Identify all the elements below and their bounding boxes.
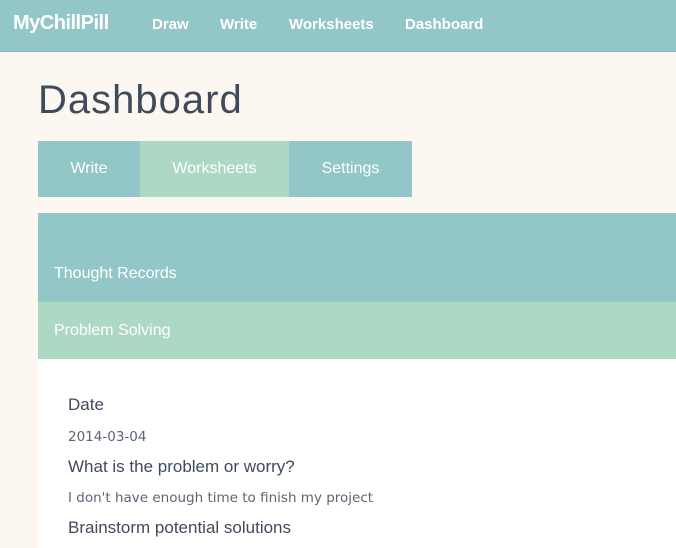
top-nav-bar: MyChillPill Draw Write Worksheets Dashbo… xyxy=(0,0,676,52)
tab-worksheets[interactable]: Worksheets xyxy=(140,141,289,197)
date-label: Date xyxy=(68,395,104,414)
dashboard-tabs: Write Worksheets Settings xyxy=(38,141,412,197)
section-thought-records[interactable]: Thought Records xyxy=(38,213,676,302)
problem-value: I don't have enough time to finish my pr… xyxy=(68,490,374,506)
problem-label: What is the problem or worry? xyxy=(68,457,295,476)
brainstorm-label: Brainstorm potential solutions xyxy=(68,518,292,537)
nav-write[interactable]: Write xyxy=(220,16,257,33)
brand-logo[interactable]: MyChillPill xyxy=(13,12,109,35)
nav-worksheets[interactable]: Worksheets xyxy=(289,16,374,33)
section-problem-solving[interactable]: Problem Solving xyxy=(38,302,676,359)
nav-dashboard[interactable]: Dashboard xyxy=(405,16,483,33)
tab-settings[interactable]: Settings xyxy=(289,141,412,197)
page-title: Dashboard xyxy=(38,78,243,122)
date-value: 2014-03-04 xyxy=(68,429,147,445)
worksheets-panel: Thought Records Problem Solving Date 201… xyxy=(38,213,676,548)
tab-write[interactable]: Write xyxy=(38,141,140,197)
nav-draw[interactable]: Draw xyxy=(152,16,189,33)
